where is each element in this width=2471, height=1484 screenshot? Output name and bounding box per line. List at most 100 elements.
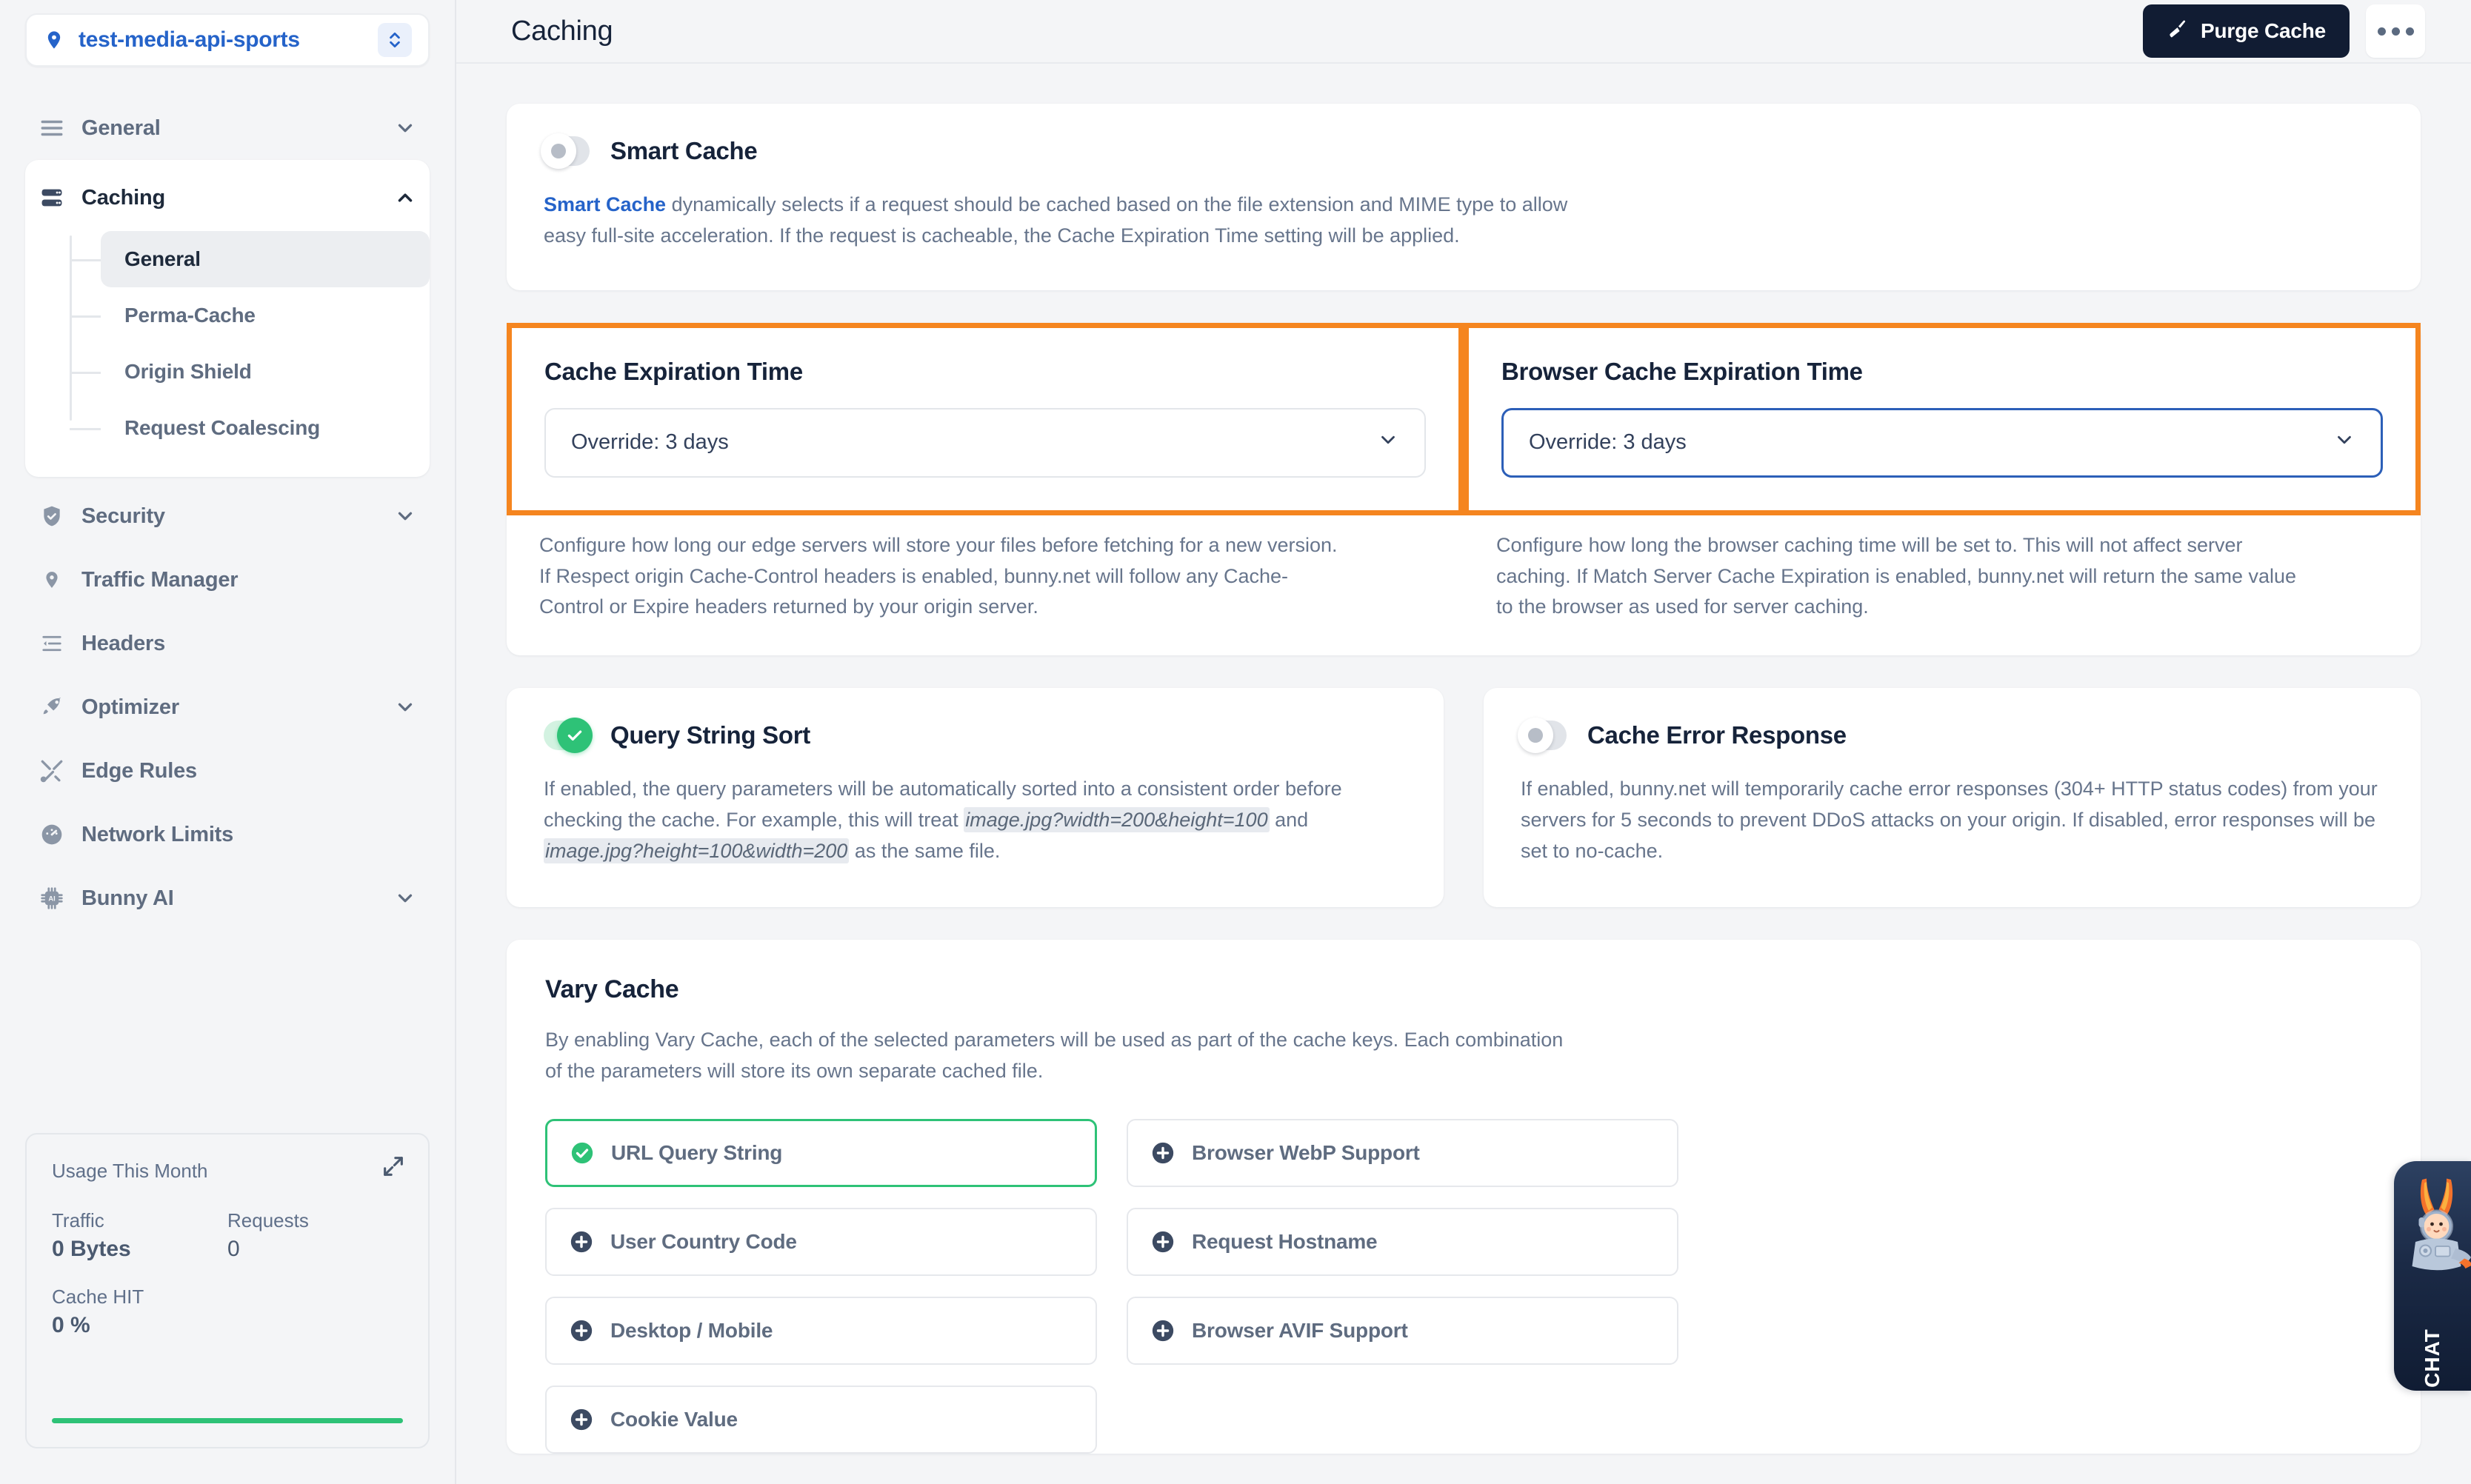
chevron-down-icon[interactable] (393, 696, 418, 718)
qss-desc-2: and (1269, 809, 1309, 832)
sidebar-item-origin-shield[interactable]: Origin Shield (70, 344, 430, 400)
ellipsis-icon (2405, 27, 2414, 36)
vary-option-label: Desktop / Mobile (610, 1319, 773, 1343)
vary-option-url-query-string[interactable]: URL Query String (545, 1119, 1097, 1188)
more-options-button[interactable] (2366, 4, 2425, 58)
sidebar-item-general[interactable]: General (25, 96, 430, 160)
sidebar-item-caching-general[interactable]: General (70, 231, 430, 287)
usage-progress-bar (52, 1418, 403, 1423)
smart-cache-toggle[interactable] (541, 133, 590, 169)
vary-option-label: Request Hostname (1192, 1230, 1378, 1254)
cache-error-response-header: Cache Error Response (1518, 718, 2384, 754)
sidebar-subitem-label: General (124, 247, 201, 270)
sidebar-item-network-limits[interactable]: Network Limits (25, 803, 430, 866)
menu-lines-icon (37, 116, 67, 141)
browser-cache-expiration-description: Configure how long the browser caching t… (1496, 533, 2297, 618)
vary-option-cookie-value[interactable]: Cookie Value (545, 1386, 1097, 1454)
plus-circle-icon (569, 1229, 594, 1254)
vary-option-browser-webp-support[interactable]: Browser WebP Support (1127, 1119, 1678, 1188)
smart-cache-desc-text: dynamically selects if a request should … (544, 193, 1568, 247)
browser-cache-expiration-value: Override: 3 days (1529, 430, 1687, 455)
cache-error-response-toggle[interactable] (1518, 718, 1567, 754)
plus-circle-icon (569, 1407, 594, 1432)
sidebar-item-caching[interactable]: Caching (25, 166, 430, 230)
cache-error-response-description: If enabled, bunny.net will temporarily c… (1521, 778, 2378, 862)
bunny-astronaut-icon (2400, 1173, 2471, 1284)
sidebar-item-perma-cache[interactable]: Perma-Cache (70, 287, 430, 344)
sidebar-item-bunny-ai[interactable]: AI Bunny AI (25, 866, 430, 930)
vary-cache-options: URL Query String Browser WebP Support Us… (545, 1119, 1678, 1454)
shield-check-icon (37, 504, 67, 529)
sidebar-group-caching: Caching General Perma-Cache Origin Shiel… (25, 160, 430, 477)
vary-option-label: User Country Code (610, 1230, 797, 1254)
smart-cache-link[interactable]: Smart Cache (544, 193, 666, 215)
chat-widget-button[interactable]: CHAT (2394, 1161, 2471, 1391)
sidebar-item-security[interactable]: Security (25, 484, 430, 548)
sidebar-item-label: Optimizer (81, 695, 179, 719)
app-root: test-media-api-sports General Caching Ge… (0, 0, 2471, 1484)
plus-circle-icon (1150, 1318, 1176, 1343)
purge-cache-label: Purge Cache (2201, 19, 2326, 42)
tools-icon (37, 758, 67, 783)
plus-circle-icon (1150, 1140, 1176, 1166)
broom-icon (2167, 18, 2189, 45)
usage-requests: Requests 0 (227, 1209, 403, 1262)
tree-elbow (70, 372, 101, 374)
purge-cache-button[interactable]: Purge Cache (2143, 4, 2350, 58)
cache-expiration-description: Configure how long our edge servers will… (539, 533, 1338, 618)
usage-title: Usage This Month (52, 1160, 208, 1182)
vary-option-user-country-code[interactable]: User Country Code (545, 1208, 1097, 1277)
vary-option-desktop-mobile[interactable]: Desktop / Mobile (545, 1297, 1097, 1366)
vary-option-browser-avif-support[interactable]: Browser AVIF Support (1127, 1297, 1678, 1366)
smart-cache-description: Smart Cache dynamically selects if a req… (544, 190, 1581, 252)
page-title: Caching (511, 15, 613, 47)
toggles-row: Query String Sort If enabled, the query … (507, 688, 2421, 907)
ai-chip-icon: AI (37, 886, 67, 911)
sidebar-item-headers[interactable]: Headers (25, 612, 430, 675)
query-string-sort-title: Query String Sort (610, 721, 810, 749)
sidebar-item-label: Traffic Manager (81, 567, 239, 592)
usage-requests-label: Requests (227, 1209, 309, 1231)
settings-content: Smart Cache Smart Cache dynamically sele… (456, 64, 2471, 1454)
svg-text:AI: AI (48, 895, 55, 903)
headers-list-icon (37, 632, 67, 655)
chevron-down-icon[interactable] (393, 887, 418, 909)
chevron-up-icon[interactable] (393, 187, 418, 209)
sidebar-item-label: Edge Rules (81, 758, 197, 783)
sidebar-item-label: Network Limits (81, 822, 234, 846)
query-string-sort-description: If enabled, the query parameters will be… (544, 774, 1407, 867)
usage-cache-hit-label: Cache HIT (52, 1286, 144, 1308)
chevron-down-icon[interactable] (393, 505, 418, 527)
usage-cache-hit-value: 0 % (52, 1313, 90, 1337)
ellipsis-icon (2391, 27, 2400, 36)
browser-cache-expiration-select[interactable]: Override: 3 days (1501, 407, 2383, 478)
query-string-sort-toggle[interactable] (544, 718, 593, 754)
query-string-sort-header: Query String Sort (544, 718, 1407, 754)
cache-expiration-select[interactable]: Override: 3 days (544, 407, 1426, 478)
vary-option-label: Browser WebP Support (1192, 1141, 1420, 1165)
sidebar-item-request-coalescing[interactable]: Request Coalescing (70, 400, 430, 456)
plus-circle-icon (569, 1318, 594, 1343)
vary-option-label: URL Query String (611, 1141, 783, 1165)
vary-option-request-hostname[interactable]: Request Hostname (1127, 1208, 1678, 1277)
project-name: test-media-api-sports (79, 27, 300, 52)
sidebar-item-label: Caching (81, 185, 165, 210)
topbar: Caching Purge Cache (456, 0, 2471, 64)
ellipsis-icon (2377, 27, 2386, 36)
tree-elbow (70, 259, 101, 261)
project-selector[interactable]: test-media-api-sports (25, 13, 430, 67)
expand-arrows-icon[interactable] (381, 1154, 407, 1180)
chevron-down-icon[interactable] (393, 117, 418, 139)
vary-cache-title: Vary Cache (545, 975, 679, 1003)
sidebar-subitem-label: Perma-Cache (124, 304, 256, 327)
chevron-up-down-icon[interactable] (378, 23, 412, 57)
browser-cache-expiration-title: Browser Cache Expiration Time (1501, 357, 1863, 385)
cache-error-response-title: Cache Error Response (1587, 721, 1847, 749)
usage-traffic-value: 0 Bytes (52, 1237, 131, 1261)
sidebar-item-optimizer[interactable]: Optimizer (25, 675, 430, 739)
usage-cache-hit: Cache HIT 0 % (52, 1286, 403, 1338)
location-pin-icon (43, 27, 65, 53)
sidebar: test-media-api-sports General Caching Ge… (0, 0, 456, 1484)
sidebar-item-traffic-manager[interactable]: Traffic Manager (25, 548, 430, 612)
sidebar-item-edge-rules[interactable]: Edge Rules (25, 739, 430, 803)
